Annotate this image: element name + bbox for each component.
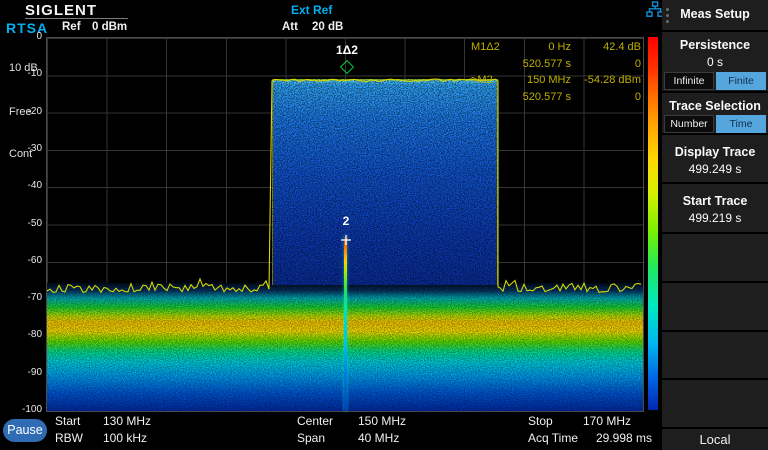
marker-cell: 0 xyxy=(571,56,641,73)
start-trace-panel[interactable]: Start Trace 499.219 s xyxy=(662,184,768,232)
local-button[interactable]: Local xyxy=(662,429,768,450)
persistence-finite-button[interactable]: Finite xyxy=(716,72,766,90)
y-tick: -50 xyxy=(2,218,42,230)
marker-cell: -54.28 dBm xyxy=(571,72,641,89)
y-tick: -60 xyxy=(2,255,42,267)
start-trace-value[interactable]: 499.219 s xyxy=(662,208,768,225)
analyzer-screen: SIGLENT Ext Ref RTSA Ref 0 dBm Att 20 dB… xyxy=(0,0,768,450)
marker-cell: 520.577 s xyxy=(516,89,571,106)
delta-marker-label: 1Δ2 xyxy=(327,43,367,57)
empty-panel xyxy=(662,332,768,378)
marker2-cross[interactable] xyxy=(341,235,351,245)
menu-title: Meas Setup xyxy=(662,0,768,21)
trace-selection-panel[interactable]: Trace Selection Number Time xyxy=(662,93,768,133)
ext-ref-indicator: Ext Ref xyxy=(291,3,332,17)
acq-time-value[interactable]: 29.998 ms xyxy=(596,431,652,445)
logo-underline xyxy=(25,18,128,19)
empty-panel xyxy=(662,283,768,330)
menu-handle-icon xyxy=(666,8,669,23)
ref-label: Ref xyxy=(62,21,81,33)
marker-cell: >M2 xyxy=(471,72,516,89)
start-trace-title: Start Trace xyxy=(662,184,768,208)
y-tick: -80 xyxy=(2,329,42,341)
soft-menu: Meas Setup Persistence 0 s Infinite Fini… xyxy=(662,0,768,450)
marker-cell: 150 MHz xyxy=(516,72,571,89)
rbw-value[interactable]: 100 kHz xyxy=(103,431,147,445)
ref-value[interactable]: 0 dBm xyxy=(92,21,127,33)
span-label: Span xyxy=(297,431,325,445)
display-trace-title: Display Trace xyxy=(662,135,768,159)
y-tick: -90 xyxy=(2,367,42,379)
y-tick: -20 xyxy=(2,106,42,118)
marker-cell xyxy=(471,56,516,73)
y-tick: 0 xyxy=(2,31,42,43)
display-trace-value[interactable]: 499.249 s xyxy=(662,159,768,176)
span-value[interactable]: 40 MHz xyxy=(358,431,399,445)
start-value[interactable]: 130 MHz xyxy=(103,414,151,428)
acq-time-label: Acq Time xyxy=(528,431,578,445)
y-axis: 0 -10 -20 -30 -40 -50 -60 -70 -80 -90 -1… xyxy=(0,31,44,416)
pause-button[interactable]: Pause xyxy=(3,419,47,442)
siglent-logo: SIGLENT xyxy=(25,2,97,19)
y-tick: -10 xyxy=(2,68,42,80)
att-label: Att xyxy=(282,21,298,33)
marker-cell: 520.577 s xyxy=(516,56,571,73)
marker-cell: 0 Hz xyxy=(516,39,571,56)
center-label: Center xyxy=(297,414,333,428)
persistence-display[interactable]: 1Δ2 2 M1Δ2 0 Hz 42.4 dB 520.577 s 0 >M2 … xyxy=(46,37,644,412)
marker2-label: 2 xyxy=(336,214,356,228)
persistence-panel[interactable]: Persistence 0 s Infinite Finite xyxy=(662,32,768,91)
rbw-label: RBW xyxy=(55,431,83,445)
stop-value[interactable]: 170 MHz xyxy=(583,414,631,428)
amplitude-colorbar xyxy=(648,37,658,410)
trace-number-button[interactable]: Number xyxy=(664,115,714,133)
menu-header[interactable]: Meas Setup xyxy=(662,0,768,30)
marker-cell xyxy=(471,89,516,106)
empty-panel xyxy=(662,380,768,427)
trace-time-button[interactable]: Time xyxy=(716,115,766,133)
stop-label: Stop xyxy=(528,414,553,428)
att-value[interactable]: 20 dB xyxy=(312,21,343,33)
y-tick: -40 xyxy=(2,180,42,192)
display-trace-panel[interactable]: Display Trace 499.249 s xyxy=(662,135,768,182)
y-tick: -30 xyxy=(2,143,42,155)
marker-cell: 42.4 dB xyxy=(571,39,641,56)
start-label: Start xyxy=(55,414,80,428)
trace-selection-title: Trace Selection xyxy=(662,93,768,113)
marker-cell: M1Δ2 xyxy=(471,39,516,56)
persistence-value[interactable]: 0 s xyxy=(662,52,768,69)
y-tick: -100 xyxy=(2,404,42,416)
persistence-title: Persistence xyxy=(662,32,768,52)
y-tick: -70 xyxy=(2,292,42,304)
persistence-infinite-button[interactable]: Infinite xyxy=(664,72,714,90)
center-value[interactable]: 150 MHz xyxy=(358,414,406,428)
marker-cell: 0 xyxy=(571,89,641,106)
marker-readout-table: M1Δ2 0 Hz 42.4 dB 520.577 s 0 >M2 150 MH… xyxy=(471,39,641,105)
empty-panel xyxy=(662,234,768,281)
